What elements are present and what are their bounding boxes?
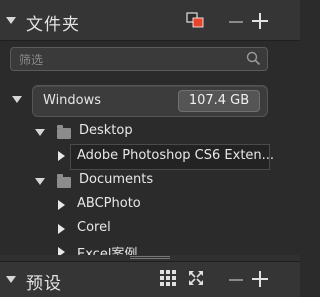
chevron-right-icon[interactable]: [58, 151, 65, 161]
presets-panel-header: 预设: [0, 261, 300, 297]
chevron-down-icon[interactable]: [35, 178, 45, 185]
tree-row-documents[interactable]: Documents: [0, 169, 285, 193]
expand-panel-icon[interactable]: [6, 276, 16, 283]
new-window-icon[interactable]: [186, 12, 204, 28]
volume-name: Windows: [43, 93, 102, 108]
presets-title: 预设: [26, 274, 62, 294]
tree-row-excel[interactable]: Excel案例: [0, 240, 285, 255]
chevron-right-icon[interactable]: [58, 247, 65, 255]
volume-row-windows[interactable]: Windows 107.4 GB: [32, 85, 268, 117]
folders-panel-header: 文件夹: [0, 0, 300, 41]
remove-folder-icon[interactable]: [229, 21, 243, 23]
add-preset-icon[interactable]: [252, 271, 268, 287]
folder-icon: [57, 174, 71, 188]
tree-label: Corel: [77, 220, 111, 235]
folder-icon: [57, 125, 71, 139]
tree-row-photoshop[interactable]: Adobe Photoshop CS6 Exten...: [70, 144, 274, 170]
collapse-panel-icon[interactable]: [6, 17, 16, 24]
panel-title: 文件夹: [26, 15, 80, 35]
tree-label: ABCPhoto: [77, 196, 141, 211]
add-folder-icon[interactable]: [252, 13, 268, 29]
tree-row-desktop[interactable]: Desktop: [0, 120, 285, 144]
tree-label: Adobe Photoshop CS6 Exten...: [77, 148, 275, 163]
tree-label: Desktop: [79, 123, 133, 138]
chevron-right-icon[interactable]: [58, 224, 65, 234]
search-icon[interactable]: [246, 51, 261, 66]
tree-label: Excel案例: [77, 247, 138, 255]
chevron-down-icon[interactable]: [35, 129, 45, 136]
root-expand-icon[interactable]: [12, 96, 22, 103]
search-placeholder: 筛选: [19, 53, 44, 67]
expand-icon[interactable]: [187, 269, 205, 287]
tree-row-abcphoto[interactable]: ABCPhoto: [0, 193, 285, 217]
tree-row-corel[interactable]: Corel: [0, 217, 285, 241]
folder-search-input[interactable]: 筛选: [10, 47, 268, 71]
volume-size-badge: 107.4 GB: [178, 90, 260, 112]
splitter-grip-icon[interactable]: [130, 256, 170, 260]
chevron-right-icon[interactable]: [58, 200, 65, 210]
remove-preset-icon[interactable]: [229, 279, 243, 281]
grid-view-icon[interactable]: [160, 270, 176, 286]
tree-scrollbar[interactable]: [286, 120, 296, 260]
tree-label: Documents: [79, 172, 154, 187]
